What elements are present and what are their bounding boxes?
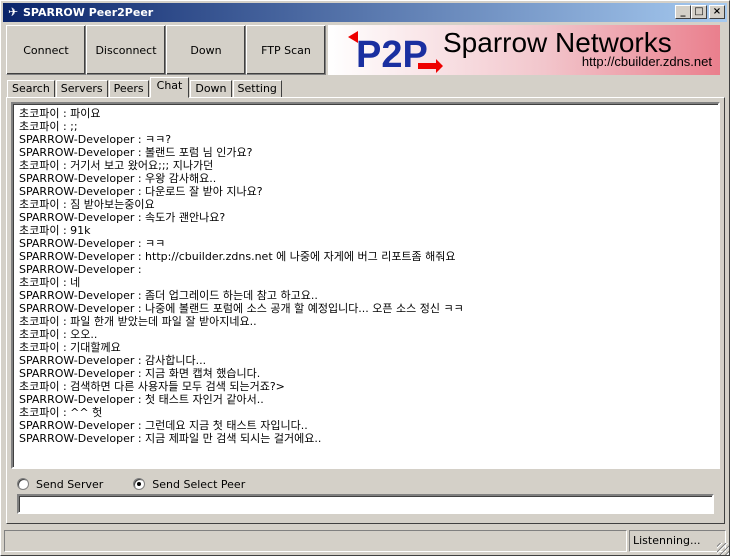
window-controls: _ □ × xyxy=(675,5,725,19)
chat-line: SPARROW-Developer : xyxy=(19,263,142,276)
chat-line: SPARROW-Developer : 나중에 볼랜드 포럼에 소스 공개 할 … xyxy=(19,302,464,315)
chat-line: 초코파이 : ;; xyxy=(19,120,78,133)
tab-down[interactable]: Down xyxy=(190,80,232,98)
chat-line: 초코파이 : 오오.. xyxy=(19,328,98,341)
toolbar: Connect Disconnect Down FTP Scan xyxy=(6,25,326,75)
chat-line: SPARROW-Developer : 그런데요 지금 첫 태스트 자입니다.. xyxy=(19,419,308,432)
chat-line: SPARROW-Developer : 다운로드 잘 받아 지나요? xyxy=(19,185,263,198)
chat-line: SPARROW-Developer : 좀더 업그레이드 하는데 참고 하고요.… xyxy=(19,289,318,302)
radio-indicator[interactable] xyxy=(17,478,29,490)
chat-line: SPARROW-Developer : 볼랜드 포럼 님 인가요? xyxy=(19,146,253,159)
chat-line: 초코파이 : 기대할께요 xyxy=(19,341,121,354)
window-title: SPARROW Peer2Peer xyxy=(23,6,154,19)
chat-line: 초코파이 : 짐 받아보는중이요 xyxy=(19,198,155,211)
radio-indicator-selected[interactable] xyxy=(133,478,146,490)
resize-grip[interactable] xyxy=(717,543,729,555)
chat-line: 초코파이 : ^^ 헛 xyxy=(19,406,103,419)
tab-chat[interactable]: Chat xyxy=(149,77,190,98)
chat-line: SPARROW-Developer : http://cbuilder.zdns… xyxy=(19,250,456,263)
connect-button[interactable]: Connect xyxy=(6,25,86,75)
chat-line: SPARROW-Developer : ㅋㅋ? xyxy=(19,133,172,146)
chat-line: 초코파이 : 검색하면 다른 사용자들 모두 검색 되는거죠?> xyxy=(19,380,285,393)
maximize-button[interactable]: □ xyxy=(691,5,707,19)
send-select-peer-label: Send Select Peer xyxy=(152,477,246,491)
sparrow-networks-banner: P2P Sparrow Networks http://cbuilder.zdn… xyxy=(328,25,720,75)
chat-line: SPARROW-Developer : 첫 태스트 자인거 같아서.. xyxy=(19,393,264,406)
send-select-peer-radio[interactable]: Send Select Peer xyxy=(133,478,245,491)
tab-search[interactable]: Search xyxy=(7,80,55,98)
status-bar: Listenning... xyxy=(4,530,726,552)
tab-peers[interactable]: Peers xyxy=(108,80,149,98)
p2p-logo-text: P2P xyxy=(356,34,428,73)
ftp-scan-button[interactable]: FTP Scan xyxy=(246,25,326,75)
main-window: ✈ SPARROW Peer2Peer _ □ × Connect Discon… xyxy=(0,0,730,556)
title-bar[interactable]: ✈ SPARROW Peer2Peer _ □ × xyxy=(3,3,727,22)
send-target-options: Send Server Send Select Peer xyxy=(17,476,275,492)
chat-line: 초코파이 : 파이요 xyxy=(19,107,101,120)
chat-line: SPARROW-Developer : 지금 제파일 만 검색 되시는 걸거에요… xyxy=(19,432,322,445)
minimize-button[interactable]: _ xyxy=(675,5,691,19)
send-server-label: Send Server xyxy=(36,477,104,491)
chat-line: SPARROW-Developer : 감사합니다... xyxy=(19,354,207,367)
banner-url: http://cbuilder.zdns.net xyxy=(581,54,712,69)
chat-line: 초코파이 : 91k xyxy=(19,224,91,237)
tab-servers[interactable]: Servers xyxy=(55,80,108,98)
chat-line: 초코파이 : 네 xyxy=(19,276,81,289)
send-server-radio[interactable]: Send Server xyxy=(17,478,103,491)
chat-line: SPARROW-Developer : 우왕 감사해요.. xyxy=(19,172,217,185)
message-input[interactable] xyxy=(17,494,714,514)
chat-panel: 초코파이 : 파이요 초코파이 : ;; SPARROW-Developer :… xyxy=(6,97,725,524)
down-button[interactable]: Down xyxy=(166,25,246,75)
sparrow-app-icon[interactable]: ✈ xyxy=(6,5,20,19)
status-panel-main xyxy=(4,530,627,552)
tab-strip: Search Servers Peers Chat Down Setting xyxy=(7,77,283,98)
close-button[interactable]: × xyxy=(709,5,725,19)
tab-setting[interactable]: Setting xyxy=(232,80,282,98)
chat-line: SPARROW-Developer : 지금 화면 캡쳐 했습니다. xyxy=(19,367,261,380)
chat-line: SPARROW-Developer : 속도가 괜안나요? xyxy=(19,211,226,224)
chat-line: 초코파이 : 파일 한개 받았는데 파일 잘 받아지네요.. xyxy=(19,315,257,328)
chat-line: SPARROW-Developer : ㅋㅋ xyxy=(19,237,166,250)
chat-line: 초코파이 : 거기서 보고 왔어요;;; 지나가던 xyxy=(19,159,214,172)
disconnect-button[interactable]: Disconnect xyxy=(86,25,166,75)
p2p-logo: P2P xyxy=(348,31,443,73)
status-text: Listenning... xyxy=(629,530,726,552)
chat-log[interactable]: 초코파이 : 파이요 초코파이 : ;; SPARROW-Developer :… xyxy=(11,102,720,469)
